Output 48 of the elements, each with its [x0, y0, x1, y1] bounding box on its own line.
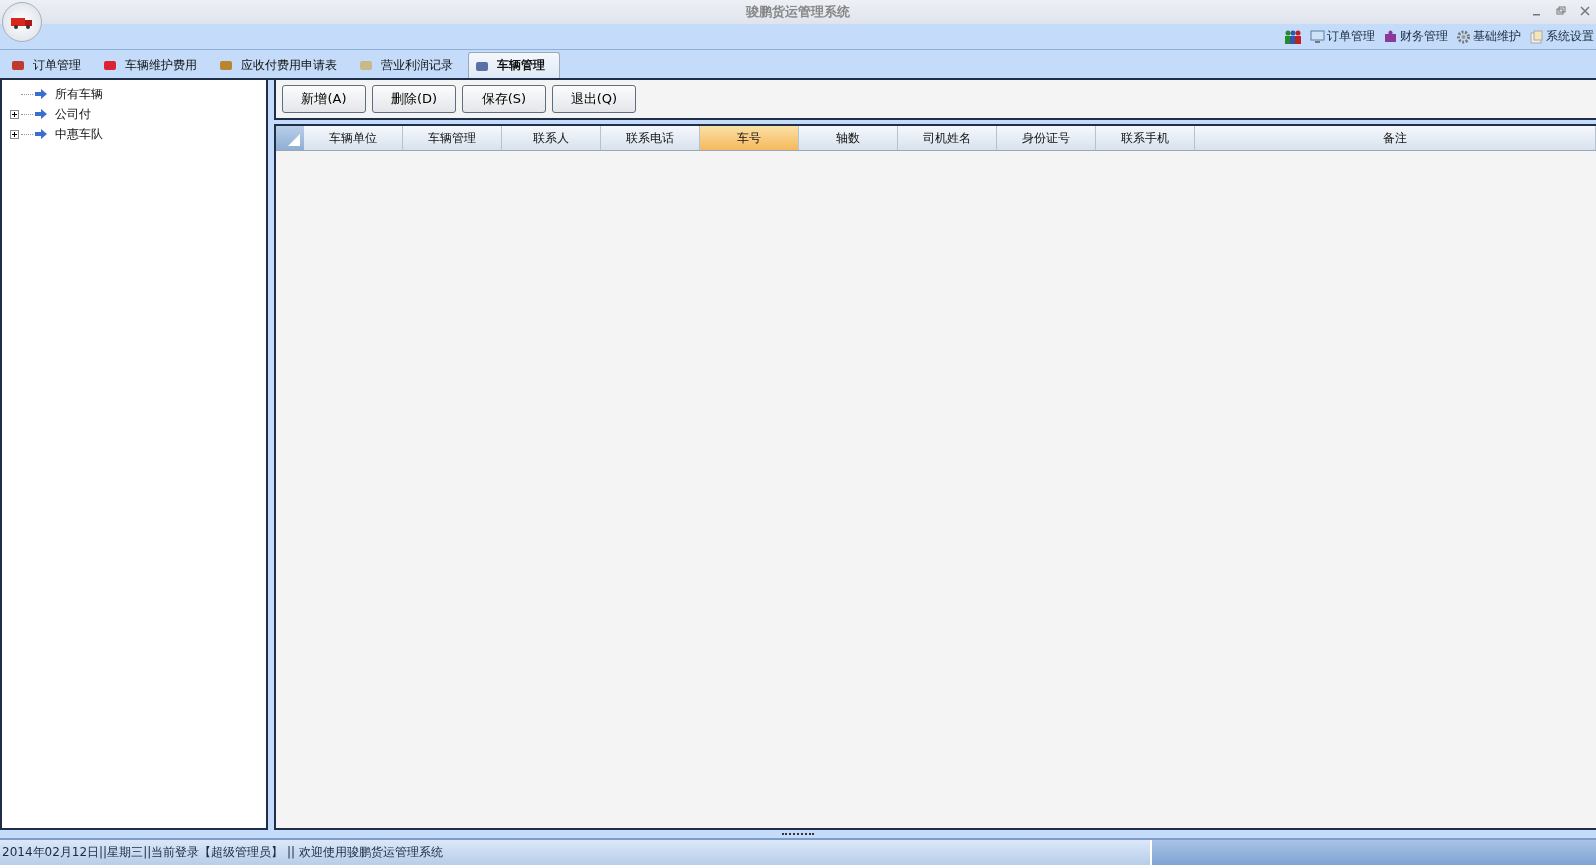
restore-icon[interactable]	[1556, 6, 1566, 16]
tab[interactable]: 订单管理	[4, 52, 96, 78]
column-header[interactable]: 司机姓名	[898, 126, 997, 150]
column-header[interactable]: 车辆单位	[304, 126, 403, 150]
status-text: 2014年02月12日||星期三||当前登录【超级管理员】 || 欢迎使用骏鹏货运管理系统	[1, 844, 444, 861]
tab-icon	[103, 59, 117, 71]
users-icon[interactable]	[1284, 28, 1302, 45]
tab-icon	[219, 59, 233, 71]
tab-icon	[11, 59, 25, 71]
toolbar-button[interactable]: 保存(S)	[462, 85, 546, 113]
documents-icon	[1529, 29, 1544, 44]
column-header[interactable]: 车号	[700, 126, 799, 150]
tree-item[interactable]: 所有车辆	[55, 85, 103, 103]
window-title: 骏鹏货运管理系统	[746, 3, 850, 21]
truck-icon	[11, 15, 33, 29]
column-header[interactable]: 联系人	[502, 126, 601, 150]
column-header[interactable]: 轴数	[799, 126, 898, 150]
gear-icon	[1456, 29, 1471, 44]
toolbar-button[interactable]: 删除(D)	[372, 85, 456, 113]
tab-icon	[475, 59, 489, 72]
column-header[interactable]: 身份证号	[997, 126, 1096, 150]
tree-item[interactable]: 公司付	[55, 105, 91, 123]
arrow-icon	[35, 109, 47, 119]
triangle-icon	[287, 133, 301, 147]
menu-item[interactable]: 基础维护	[1456, 28, 1521, 45]
tab[interactable]: 车辆维护费用	[96, 52, 212, 78]
column-header[interactable]: 车辆管理	[403, 126, 502, 150]
expand-toggle[interactable]	[10, 109, 19, 119]
tab[interactable]: 应收付费用申请表	[212, 52, 352, 78]
close-icon[interactable]	[1580, 6, 1590, 16]
menu-item[interactable]: 财务管理	[1383, 28, 1448, 45]
toolbar-button[interactable]: 退出(Q)	[552, 85, 636, 113]
tab-icon	[359, 59, 373, 71]
column-header[interactable]: 联系手机	[1096, 126, 1195, 150]
tab[interactable]: 车辆管理	[468, 52, 560, 78]
expand-toggle[interactable]	[10, 129, 19, 139]
tree-item[interactable]: 中惠车队	[55, 125, 103, 143]
tab[interactable]: 营业利润记录	[352, 52, 468, 78]
puzzle-icon	[1383, 29, 1398, 44]
monitor-icon	[1310, 29, 1325, 44]
toolbar-button[interactable]: 新增(A)	[282, 85, 366, 113]
select-all-corner[interactable]	[276, 126, 304, 150]
arrow-icon	[35, 89, 47, 99]
arrow-icon	[35, 129, 47, 139]
menu-item[interactable]: 订单管理	[1310, 28, 1375, 45]
menu-item[interactable]: 系统设置	[1529, 28, 1594, 45]
column-header[interactable]: 备注	[1195, 126, 1596, 150]
app-logo[interactable]	[2, 2, 42, 42]
